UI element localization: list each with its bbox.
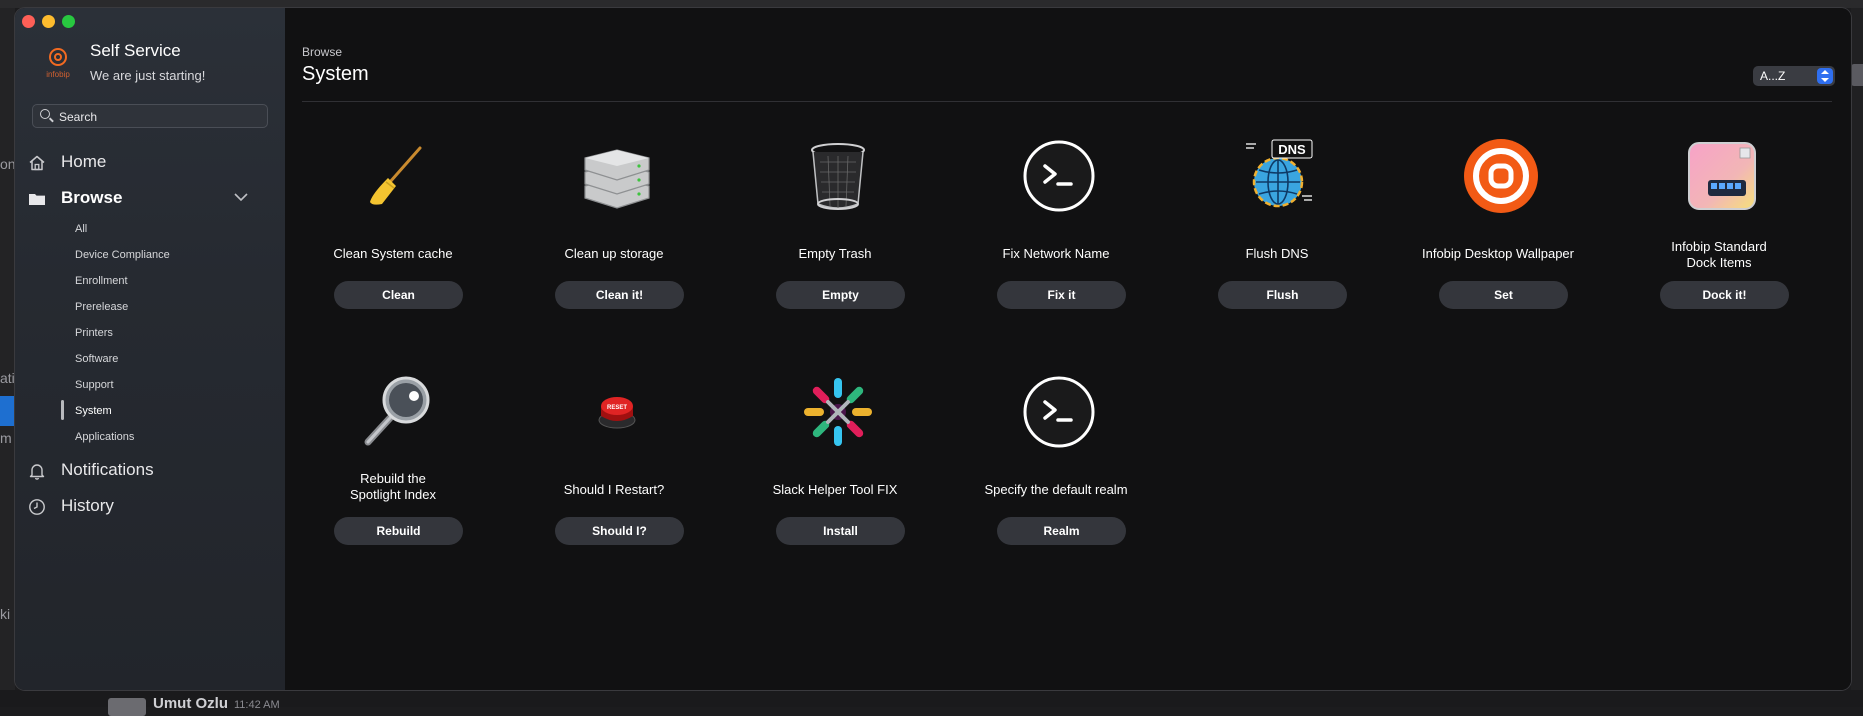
item-card: Fix Network Name Fix it bbox=[961, 138, 1151, 338]
self-service-window: infobip Self Service We are just startin… bbox=[15, 8, 1851, 690]
terminal-icon bbox=[1023, 376, 1095, 448]
app-subtitle: We are just starting! bbox=[90, 68, 206, 83]
empty-button[interactable]: Empty bbox=[776, 281, 905, 309]
clock-icon bbox=[29, 499, 45, 515]
selection-indicator bbox=[61, 400, 64, 420]
sidebar-item-notifications[interactable]: Notifications bbox=[15, 456, 285, 486]
select-arrows-icon bbox=[1817, 68, 1833, 84]
set-button[interactable]: Set bbox=[1439, 281, 1568, 309]
background-window-left: on ati m ki bbox=[0, 8, 16, 707]
background-text: ki bbox=[0, 606, 11, 622]
zoom-window-button[interactable] bbox=[62, 15, 75, 28]
folder-icon bbox=[29, 194, 45, 205]
sidebar-item-system[interactable]: System bbox=[75, 405, 112, 417]
sidebar-item-browse[interactable]: Browse bbox=[15, 184, 285, 214]
background-highlight bbox=[0, 396, 14, 426]
item-card: Clean up storage Clean it! bbox=[519, 138, 709, 338]
item-card: Rebuild the Spotlight Index Rebuild bbox=[298, 374, 488, 574]
item-card: Empty Trash Empty bbox=[740, 138, 930, 338]
background-chat-message: Umut Ozlu 11:42 AM bbox=[0, 690, 1863, 716]
item-card: Infobip Standard Dock Items Dock it! bbox=[1624, 138, 1814, 338]
realm-button[interactable]: Realm bbox=[997, 517, 1126, 545]
minimize-window-button[interactable] bbox=[42, 15, 55, 28]
trash-icon bbox=[811, 143, 865, 210]
sidebar-item-history[interactable]: History bbox=[15, 492, 285, 522]
disk-stack-icon bbox=[584, 149, 650, 209]
magnifier-icon bbox=[364, 376, 430, 446]
flush-button[interactable]: Flush bbox=[1218, 281, 1347, 309]
breadcrumb[interactable]: Browse bbox=[302, 45, 342, 59]
sidebar: infobip Self Service We are just startin… bbox=[15, 8, 285, 690]
slack-icon bbox=[804, 378, 872, 446]
sidebar-item-all[interactable]: All bbox=[75, 223, 87, 235]
chevron-down-icon[interactable] bbox=[234, 192, 248, 202]
infobip-logo-icon bbox=[1464, 139, 1538, 213]
sidebar-item-applications[interactable]: Applications bbox=[75, 431, 134, 443]
app-title: Self Service bbox=[90, 41, 181, 60]
terminal-icon bbox=[1023, 140, 1095, 212]
rebuild-button[interactable]: Rebuild bbox=[334, 517, 463, 545]
background-text: on bbox=[0, 156, 16, 172]
sidebar-item-device-compliance[interactable]: Device Compliance bbox=[75, 249, 170, 261]
fix-it-button[interactable]: Fix it bbox=[997, 281, 1126, 309]
dns-globe-icon: DNS bbox=[1246, 139, 1313, 208]
home-icon bbox=[29, 155, 45, 171]
background-text: m bbox=[0, 430, 12, 446]
search-field[interactable] bbox=[32, 104, 268, 129]
svg-text:RESET: RESET bbox=[607, 405, 627, 411]
clean-button[interactable]: Clean bbox=[334, 281, 463, 309]
background-text: ati bbox=[0, 370, 15, 386]
item-card: Slack Helper Tool FIX Install bbox=[740, 374, 930, 574]
should-i-button[interactable]: Should I? bbox=[555, 517, 684, 545]
install-button[interactable]: Install bbox=[776, 517, 905, 545]
page-title: System bbox=[302, 63, 369, 85]
search-input[interactable] bbox=[57, 105, 261, 129]
item-card: Clean System cache Clean bbox=[298, 138, 488, 338]
sidebar-item-enrollment[interactable]: Enrollment bbox=[75, 275, 128, 287]
sidebar-item-support[interactable]: Support bbox=[75, 379, 114, 391]
sidebar-item-software[interactable]: Software bbox=[75, 353, 118, 365]
avatar bbox=[108, 698, 146, 716]
infobip-logo-icon bbox=[49, 48, 67, 66]
background-window-right bbox=[1851, 8, 1863, 707]
dock-icon bbox=[1688, 142, 1756, 210]
message-time: 11:42 AM bbox=[234, 699, 280, 711]
item-card: DNS Flush DNS Flush bbox=[1182, 138, 1372, 338]
close-window-button[interactable] bbox=[22, 15, 35, 28]
broom-icon bbox=[370, 146, 422, 205]
main-content: Browse System A...Z Clean System cache C… bbox=[285, 8, 1851, 690]
item-card: RESET Should I Restart? Should I? bbox=[519, 374, 709, 574]
item-card: Infobip Desktop Wallpaper Set bbox=[1403, 138, 1593, 338]
item-card: Specify the default realm Realm bbox=[961, 374, 1151, 574]
bell-icon bbox=[29, 464, 45, 480]
clean-it-button[interactable]: Clean it! bbox=[555, 281, 684, 309]
infobip-logo: infobip bbox=[41, 48, 75, 88]
dock-it-button[interactable]: Dock it! bbox=[1660, 281, 1789, 309]
divider bbox=[302, 101, 1832, 102]
desktop-menubar bbox=[0, 0, 1863, 8]
dns-label: DNS bbox=[1278, 142, 1306, 157]
sidebar-item-home[interactable]: Home bbox=[15, 148, 285, 178]
sidebar-item-printers[interactable]: Printers bbox=[75, 327, 113, 339]
reset-button-icon: RESET bbox=[598, 397, 636, 429]
sort-select[interactable]: A...Z bbox=[1753, 66, 1835, 86]
search-icon bbox=[40, 109, 50, 119]
user-name: Umut Ozlu bbox=[153, 695, 228, 712]
sidebar-item-prerelease[interactable]: Prerelease bbox=[75, 301, 128, 313]
